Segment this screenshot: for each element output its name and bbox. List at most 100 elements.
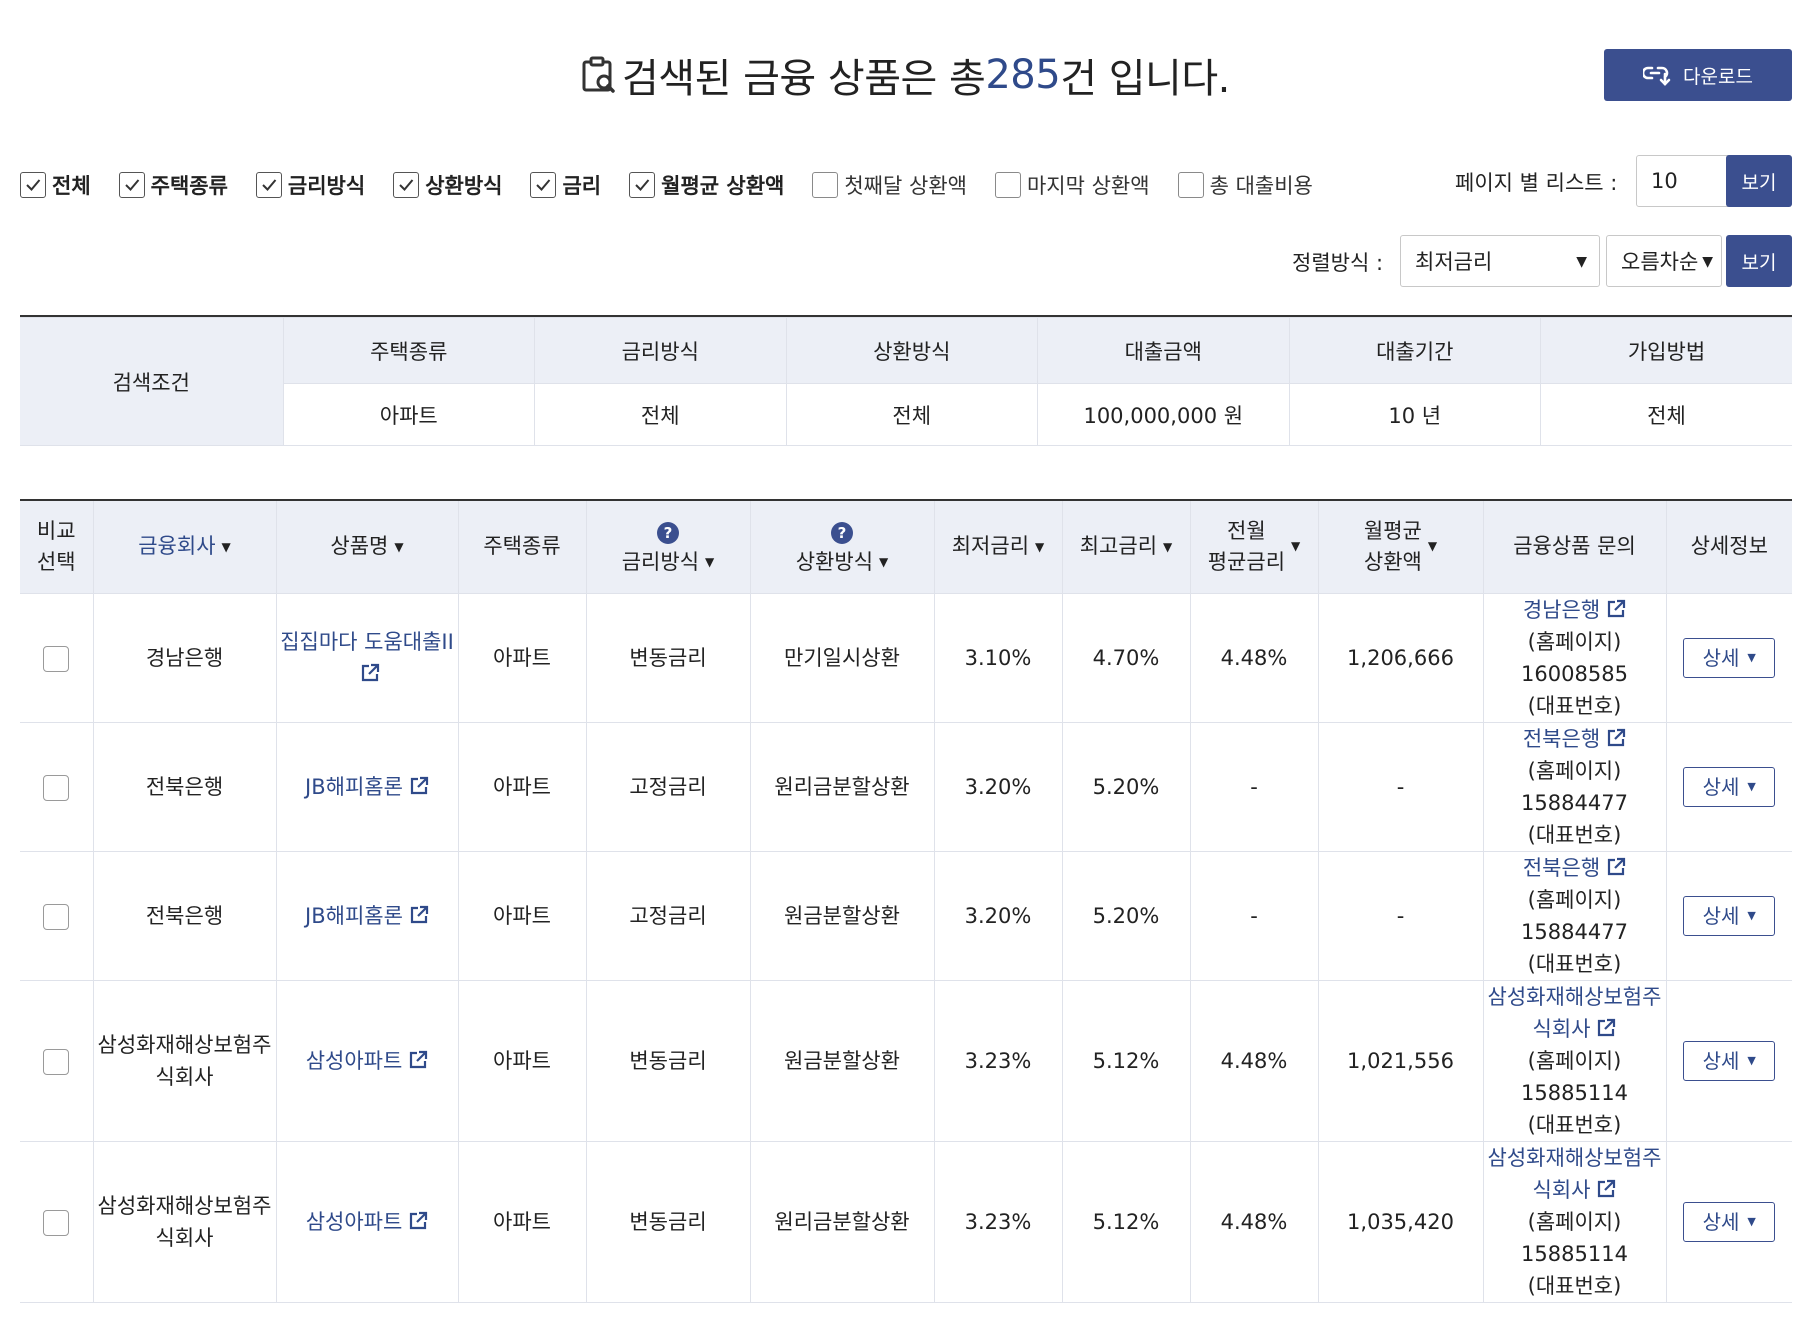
rate-type-cell: 고정금리: [585, 850, 751, 981]
product-link[interactable]: 삼성아파트: [306, 1049, 429, 1073]
homepage-link[interactable]: 삼성화재해상보험주 식회사: [1488, 1146, 1662, 1202]
header-rate-type[interactable]: ? 금리방식 ▼: [585, 501, 751, 593]
checkbox-unchecked-icon[interactable]: [994, 172, 1021, 198]
sort-caret-icon: ▼: [879, 555, 889, 569]
checkbox-checked-icon[interactable]: [393, 172, 420, 198]
compare-cell: [20, 1140, 94, 1303]
table-row: 삼성화재해상보험주 식회사 삼성아파트 아파트 변동금리 원금분할상환 3.23% 5.12%…: [20, 979, 1792, 1142]
rate-type-cell: 고정금리: [585, 721, 751, 852]
filter-checkbox-item[interactable]: 금리: [530, 170, 601, 200]
filter-checkbox-item[interactable]: 금리방식: [255, 170, 366, 200]
monthly-cell: -: [1317, 721, 1484, 852]
homepage-link[interactable]: 삼성화재해상보험주 식회사: [1488, 985, 1662, 1041]
detail-cell: 상세 ▼: [1665, 592, 1792, 723]
product-link[interactable]: 삼성아파트: [306, 1210, 429, 1234]
sort-order-select[interactable]: 오름차순 ▼: [1606, 235, 1722, 287]
max-rate-cell: 4.70%: [1061, 592, 1191, 723]
cond-header: 대출금액: [1037, 317, 1290, 384]
product-link[interactable]: JB해피홈론: [305, 904, 429, 928]
monthly-cell: 1,206,666: [1317, 592, 1484, 723]
external-link-icon: [361, 663, 380, 681]
table-row: 전북은행 JB해피홈론 아파트 고정금리 원리금분할상환 3.20% 5.20% - - 전북은행…: [20, 721, 1792, 852]
homepage-link[interactable]: 전북은행: [1523, 856, 1626, 880]
min-rate-cell: 3.20%: [933, 721, 1063, 852]
filter-checkbox-item[interactable]: 마지막 상환액: [994, 170, 1150, 200]
checkbox-checked-icon[interactable]: [20, 172, 46, 198]
homepage-link[interactable]: 경남은행: [1523, 598, 1626, 622]
header-product[interactable]: 상품명 ▼: [275, 501, 459, 593]
product-link[interactable]: 집집마다 도움대출II: [280, 630, 454, 686]
repay-type-cell: 원금분할상환: [749, 979, 935, 1142]
homepage-link[interactable]: 전북은행: [1523, 727, 1626, 751]
detail-button[interactable]: 상세 ▼: [1683, 895, 1776, 936]
sort-caret-icon: ▼: [221, 539, 231, 554]
sort-view-button[interactable]: 보기: [1726, 235, 1792, 287]
header-company[interactable]: 금융회사 ▼: [92, 501, 277, 593]
detail-button[interactable]: 상세 ▼: [1683, 766, 1776, 807]
filter-label: 마지막 상환액: [1026, 174, 1150, 198]
company-cell: 경남은행: [92, 592, 277, 723]
header-monthly[interactable]: 월평균 상환액▼: [1317, 501, 1484, 593]
compare-checkbox[interactable]: [43, 774, 70, 801]
housing-cell: 아파트: [457, 721, 587, 852]
column-filter-group: 전체 주택종류 금리방식 상환방식 금리 월평균 상환액 첫째달 상환액 마지막 상환액 총 대…: [20, 168, 1341, 202]
checkbox-unchecked-icon[interactable]: [812, 172, 839, 198]
filter-checkbox-item[interactable]: 주택종류: [118, 170, 228, 200]
detail-cell: 상세 ▼: [1665, 721, 1792, 852]
rate-type-cell: 변동금리: [585, 592, 751, 723]
compare-checkbox[interactable]: [43, 1209, 70, 1236]
filter-label: 주택종류: [150, 174, 228, 198]
help-icon[interactable]: ?: [831, 522, 853, 544]
table-row: 전북은행 JB해피홈론 아파트 고정금리 원금분할상환 3.20% 5.20% - - 전북은행(…: [20, 850, 1792, 981]
header-avg-rate[interactable]: 전월 평균금리▼: [1189, 501, 1319, 593]
compare-checkbox[interactable]: [43, 1048, 70, 1075]
caret-down-icon: ▼: [1747, 779, 1756, 793]
dropdown-arrow-icon: ▼: [1702, 254, 1713, 270]
sort-field-select[interactable]: 최저금리 ▼: [1400, 235, 1600, 287]
header-repay-type[interactable]: ? 상환방식 ▼: [749, 501, 935, 593]
sort-caret-icon: ▼: [705, 555, 715, 569]
cond-header: 상환방식: [785, 317, 1038, 384]
header-max-rate[interactable]: 최고금리 ▼: [1061, 501, 1191, 593]
checkbox-unchecked-icon[interactable]: [1177, 172, 1204, 198]
header-detail: 상세정보: [1665, 501, 1792, 593]
detail-button[interactable]: 상세 ▼: [1683, 637, 1776, 678]
product-link[interactable]: JB해피홈론: [305, 775, 429, 799]
title-prefix: 검색된 금융 상품은 총: [622, 56, 986, 102]
avg-rate-cell: -: [1189, 721, 1319, 852]
checkbox-checked-icon[interactable]: [629, 172, 656, 198]
checkbox-checked-icon[interactable]: [530, 172, 557, 198]
filter-label: 금리: [562, 174, 602, 198]
per-page-view-button[interactable]: 보기: [1726, 155, 1792, 207]
filter-checkbox-item[interactable]: 월평균 상환액: [629, 170, 784, 200]
dropdown-arrow-icon: ▼: [1576, 254, 1587, 270]
detail-button[interactable]: 상세 ▼: [1683, 1040, 1776, 1081]
product-cell: 집집마다 도움대출II: [275, 592, 459, 723]
filter-label: 금리방식: [287, 174, 366, 198]
cond-header: 금리방식: [534, 317, 787, 384]
product-cell: 삼성아파트: [275, 979, 459, 1142]
checkbox-checked-icon[interactable]: [255, 172, 282, 198]
header-min-rate[interactable]: 최저금리 ▼: [933, 501, 1063, 593]
detail-button[interactable]: 상세 ▼: [1683, 1201, 1776, 1242]
help-icon[interactable]: ?: [657, 522, 679, 544]
monthly-cell: 1,035,420: [1317, 1140, 1484, 1303]
max-rate-cell: 5.20%: [1061, 850, 1191, 981]
checkbox-checked-icon[interactable]: [118, 172, 145, 198]
results-table: 비교 선택 금융회사 ▼ 상품명 ▼ 주택종류 ? 금리방식 ▼ ? 상환방식 ▼ 최저금리 ▼…: [20, 499, 1792, 1303]
sort-caret-icon: ▼: [394, 539, 404, 554]
compare-checkbox[interactable]: [43, 645, 70, 672]
external-link-icon: [1608, 728, 1626, 746]
search-conditions-table: 검색조건 주택종류 금리방식 상환방식 대출금액 대출기간 가입방법 아파트 전…: [20, 315, 1792, 446]
filter-checkbox-item[interactable]: 상환방식: [393, 170, 502, 200]
filter-checkbox-item[interactable]: 총 대출비용: [1177, 170, 1313, 200]
cond-header: 대출기간: [1288, 317, 1541, 384]
compare-checkbox[interactable]: [43, 903, 70, 930]
cond-header: 가입방법: [1540, 317, 1792, 384]
filter-checkbox-item[interactable]: 전체: [20, 170, 91, 200]
download-button[interactable]: 다운로드: [1604, 49, 1792, 101]
cond-value: 전체: [534, 383, 787, 446]
housing-cell: 아파트: [457, 592, 587, 723]
max-rate-cell: 5.12%: [1061, 979, 1191, 1142]
filter-checkbox-item[interactable]: 첫째달 상환액: [812, 170, 967, 200]
